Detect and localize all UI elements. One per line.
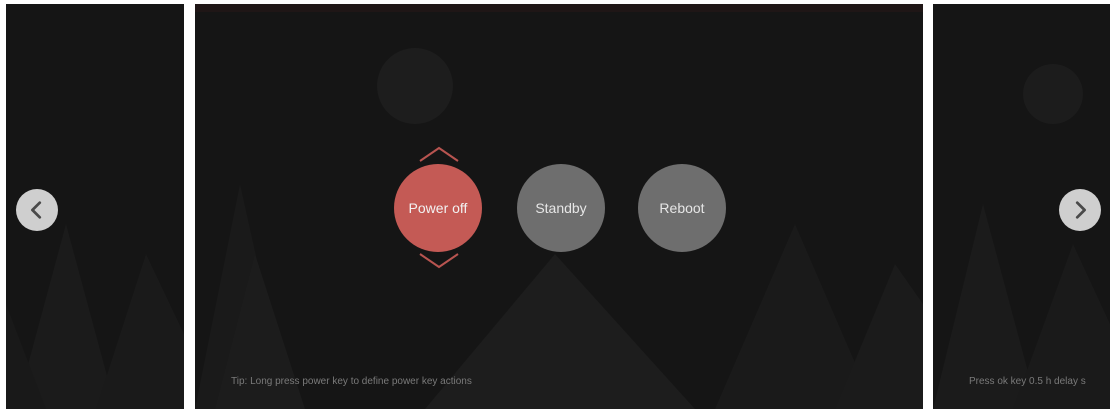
tip-text: Tip: Long press power key to define powe… <box>231 376 472 387</box>
power-off-button[interactable]: Power off <box>394 164 482 252</box>
standby-button[interactable]: Standby <box>517 164 605 252</box>
chevron-up-icon <box>419 146 459 162</box>
next-screen-panel: Press ok key 0.5 h delay s <box>933 4 1110 409</box>
previous-page-button[interactable] <box>16 189 58 231</box>
chevron-right-icon <box>1075 201 1086 219</box>
next-screen-tip-text: Press ok key 0.5 h delay s <box>969 376 1086 387</box>
standby-label: Standby <box>535 200 587 216</box>
power-options-panel: Power off Standby Reboot Tip: Long press… <box>195 4 923 409</box>
reboot-button[interactable]: Reboot <box>638 164 726 252</box>
power-off-label: Power off <box>408 200 468 216</box>
move-down-indicator[interactable] <box>417 252 461 270</box>
next-page-button[interactable] <box>1059 189 1101 231</box>
move-up-indicator[interactable] <box>417 145 461 163</box>
reboot-label: Reboot <box>659 200 705 216</box>
chevron-down-icon <box>419 253 459 269</box>
screenshot-stage: Power off Standby Reboot Tip: Long press… <box>0 0 1110 409</box>
chevron-left-icon <box>31 201 42 219</box>
previous-screen-panel <box>6 4 184 409</box>
